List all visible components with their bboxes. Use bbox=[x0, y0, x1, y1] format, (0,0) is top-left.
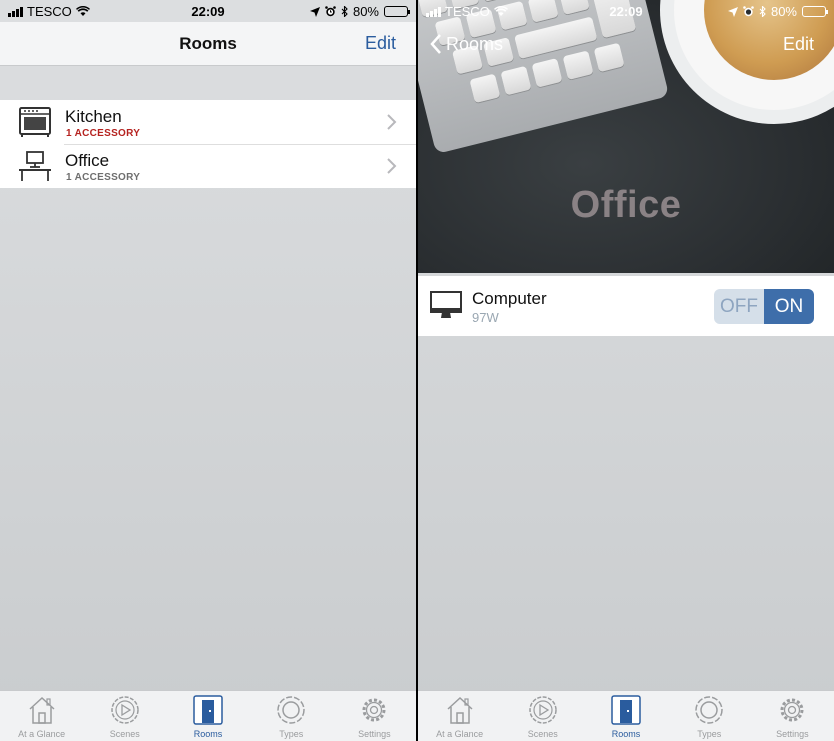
house-icon bbox=[29, 696, 55, 724]
edit-button[interactable]: Edit bbox=[783, 34, 814, 55]
door-icon bbox=[611, 695, 641, 725]
oven-icon bbox=[19, 107, 51, 137]
edit-button[interactable]: Edit bbox=[365, 33, 396, 54]
room-header-image: TESCO 22:09 80% Rooms Edit Office bbox=[418, 0, 834, 273]
room-name: Office bbox=[65, 151, 110, 170]
room-accessory-count: 1 ACCESSORY bbox=[66, 128, 141, 139]
tab-label: Settings bbox=[358, 729, 391, 739]
monitor-icon bbox=[430, 291, 462, 318]
gear-icon bbox=[780, 698, 804, 722]
room-name: Kitchen bbox=[65, 107, 122, 126]
tab-label: Types bbox=[697, 729, 722, 739]
bluetooth-icon bbox=[759, 6, 766, 17]
room-row-office[interactable]: Office 1 ACCESSORY bbox=[0, 144, 416, 188]
tab-types[interactable]: Types bbox=[250, 691, 333, 741]
play-circle-icon bbox=[529, 696, 557, 724]
door-icon bbox=[193, 695, 223, 725]
battery-percent: 80% bbox=[770, 4, 797, 19]
back-label: Rooms bbox=[446, 33, 504, 54]
power-toggle[interactable]: OFF ON bbox=[714, 289, 814, 324]
tab-label: At a Glance bbox=[436, 729, 484, 739]
page-title: Rooms bbox=[179, 34, 237, 53]
tab-bar: At a Glance Scenes Rooms Types Settings bbox=[0, 690, 416, 741]
location-icon bbox=[309, 6, 320, 17]
tab-settings[interactable]: Settings bbox=[751, 691, 834, 741]
battery-icon bbox=[384, 6, 410, 17]
gear-icon bbox=[362, 698, 386, 722]
tab-label: Scenes bbox=[109, 729, 140, 739]
room-row-kitchen[interactable]: Kitchen 1 ACCESSORY bbox=[0, 100, 416, 144]
house-icon bbox=[447, 696, 473, 724]
rooms-screen: TESCO 22:09 80% Rooms Edit Kitchen 1 ACC… bbox=[0, 0, 416, 741]
office-room-screen: TESCO 22:09 80% Rooms Edit Office Comput… bbox=[418, 0, 834, 741]
accessory-row-computer[interactable]: Computer 97W OFF ON bbox=[418, 276, 834, 336]
tab-label: Rooms bbox=[193, 729, 223, 739]
tab-settings[interactable]: Settings bbox=[333, 691, 416, 741]
tab-rooms[interactable]: Rooms bbox=[166, 691, 249, 741]
accessory-power: 97W bbox=[472, 310, 499, 325]
toggle-off-option[interactable]: OFF bbox=[714, 289, 764, 324]
nav-bar: Rooms Edit bbox=[0, 22, 416, 66]
room-list: Kitchen 1 ACCESSORY Office 1 ACCESSORY bbox=[0, 100, 416, 188]
status-bar: TESCO 22:09 80% bbox=[418, 0, 834, 22]
toggle-on-option[interactable]: ON bbox=[764, 289, 814, 324]
tab-at-a-glance[interactable]: At a Glance bbox=[418, 691, 501, 741]
tab-label: Rooms bbox=[611, 729, 641, 739]
alarm-icon bbox=[325, 6, 336, 17]
tab-at-a-glance[interactable]: At a Glance bbox=[0, 691, 83, 741]
back-button[interactable]: Rooms bbox=[430, 33, 503, 55]
chevron-right-icon bbox=[387, 158, 397, 174]
keyboard-photo bbox=[418, 0, 670, 164]
room-title: Office bbox=[570, 184, 682, 226]
desk-computer-icon bbox=[19, 151, 51, 181]
tab-label: Settings bbox=[776, 729, 809, 739]
tab-bar: At a Glance Scenes Rooms Types Settings bbox=[418, 690, 834, 741]
status-bar: TESCO 22:09 80% bbox=[0, 0, 416, 22]
tab-scenes[interactable]: Scenes bbox=[501, 691, 584, 741]
battery-percent: 80% bbox=[352, 4, 379, 19]
accessory-name: Computer bbox=[472, 289, 547, 308]
tab-types[interactable]: Types bbox=[668, 691, 751, 741]
tab-label: Types bbox=[279, 729, 304, 739]
tab-label: At a Glance bbox=[18, 729, 66, 739]
tab-label: Scenes bbox=[527, 729, 558, 739]
bluetooth-icon bbox=[341, 6, 348, 17]
tab-rooms[interactable]: Rooms bbox=[584, 691, 667, 741]
alarm-icon bbox=[743, 6, 754, 17]
ring-icon bbox=[695, 696, 723, 724]
chevron-right-icon bbox=[387, 114, 397, 130]
ring-icon bbox=[277, 696, 305, 724]
tab-scenes[interactable]: Scenes bbox=[83, 691, 166, 741]
chevron-left-icon bbox=[430, 34, 441, 54]
room-accessory-count: 1 ACCESSORY bbox=[66, 172, 141, 183]
location-icon bbox=[727, 6, 738, 17]
play-circle-icon bbox=[111, 696, 139, 724]
battery-icon bbox=[802, 6, 828, 17]
